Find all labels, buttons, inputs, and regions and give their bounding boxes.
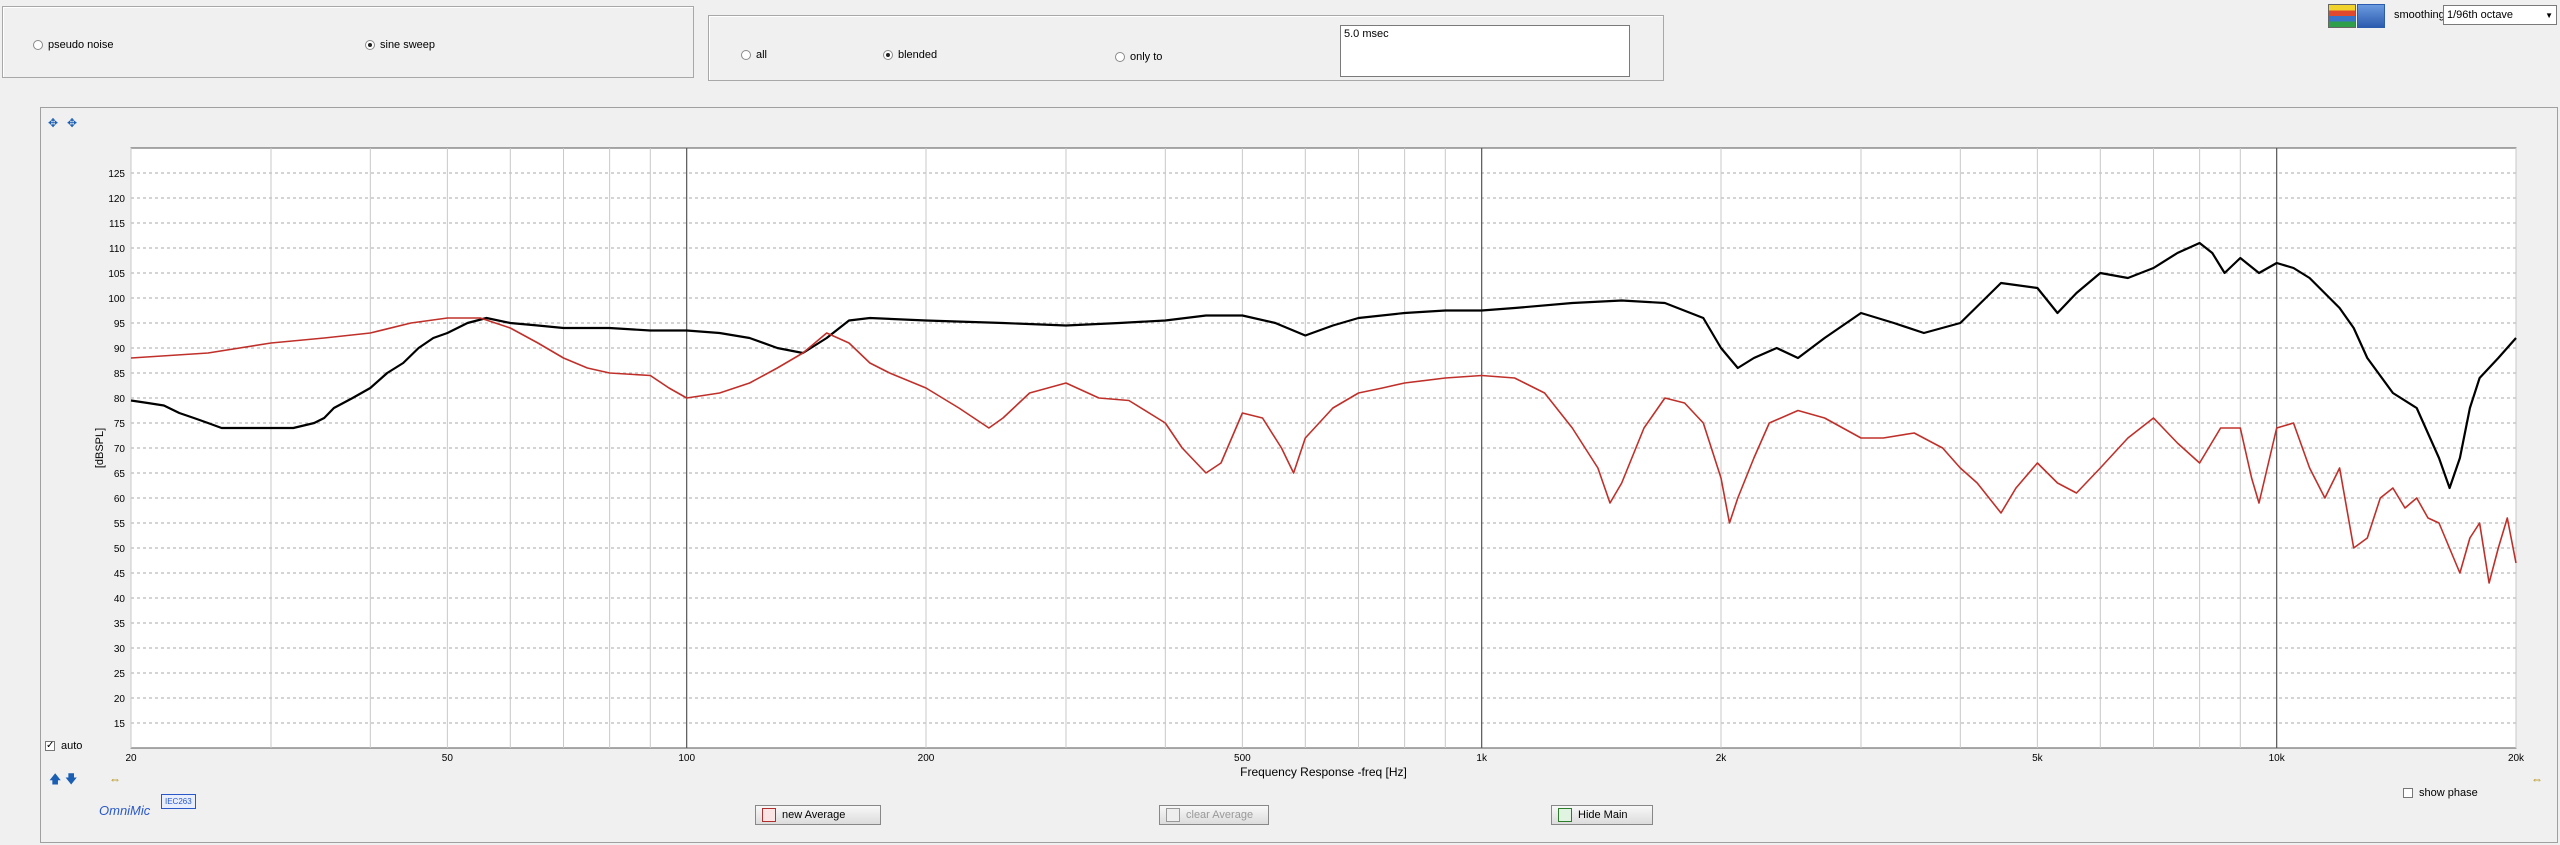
mic-badge[interactable]: IEC263 [161, 794, 196, 809]
arrow-down-icon[interactable]: 🡇 [65, 770, 77, 791]
sine-sweep-label: sine sweep [380, 39, 436, 51]
y-tick-label: 110 [109, 244, 125, 255]
y-tick-label: 85 [114, 369, 126, 380]
clear-average-button[interactable]: clear Average [1159, 805, 1269, 825]
y-tick-label: 100 [108, 294, 125, 305]
x-tick-label: 2k [1716, 753, 1728, 764]
arrow-left-right-end-icon[interactable]: ⇔ [2531, 772, 2543, 786]
x-tick-label: 50 [442, 753, 454, 764]
x-tick-label: 10k [2269, 753, 2286, 764]
gate-time-input[interactable]: 5.0 msec [1340, 25, 1630, 77]
y-tick-label: 95 [114, 319, 126, 330]
gate-only-to-radio-dot[interactable] [1115, 52, 1125, 62]
gate-all-radio-dot[interactable] [741, 50, 751, 60]
y-tick-label: 35 [114, 619, 126, 630]
y-tick-label: 125 [108, 169, 125, 180]
pseudo-noise-radio[interactable]: pseudo noise [33, 39, 113, 51]
smoothing-value: 1/96th octave [2447, 9, 2514, 21]
chart-frame: ✥ ✥ 15 20 25 30 35 40 45 50 55 60 65 70 75 80 85 90 95 10… [40, 107, 2558, 843]
source-panel: pseudo noise sine sweep [2, 6, 694, 78]
y-tick-label: 65 [114, 469, 126, 480]
grid [130, 147, 2517, 749]
smoothing-label: smoothing [2394, 9, 2445, 21]
y-tick-label: 45 [114, 569, 126, 580]
arrow-up-icon[interactable]: 🡅 [49, 770, 61, 791]
gate-blended-radio-dot[interactable] [883, 50, 893, 60]
y-tick-label: 20 [114, 694, 126, 705]
frequency-response-chart: 15 20 25 30 35 40 45 50 55 60 65 70 75 80 85 90 95 100 105… [94, 147, 2525, 779]
x-tick-label: 500 [1234, 753, 1251, 764]
pseudo-noise-radio-dot[interactable] [33, 40, 43, 50]
hide-main-icon [1558, 808, 1572, 822]
new-average-button[interactable]: new Average [755, 805, 881, 825]
x-tick-label: 200 [918, 753, 935, 764]
gate-only-to-label: only to [1130, 51, 1163, 63]
y-tick-label: 30 [114, 644, 126, 655]
clear-average-icon [1166, 808, 1180, 822]
y-tick-label: 120 [108, 194, 125, 205]
x-tick-label: 100 [678, 753, 695, 764]
gate-blended-radio[interactable]: blended [883, 49, 937, 61]
y-tick-label: 105 [108, 269, 125, 280]
y-tick-label: 70 [114, 444, 126, 455]
y-tick-label: 115 [109, 219, 125, 230]
y-tick-label: 25 [114, 669, 126, 680]
pseudo-noise-label: pseudo noise [48, 39, 114, 51]
clear-average-label: clear Average [1186, 809, 1254, 821]
plot-area [130, 147, 2517, 749]
sine-sweep-radio[interactable]: sine sweep [365, 39, 435, 51]
y-tick-label: 55 [114, 519, 126, 530]
sine-sweep-radio-dot[interactable] [365, 40, 375, 50]
show-phase-label: show phase [2419, 787, 2478, 799]
y-axis-label: [dBSPL] [94, 428, 106, 468]
chevron-down-icon[interactable]: ▼ [2545, 11, 2553, 20]
gate-panel: all blended only to 5.0 msec [708, 15, 1664, 81]
show-phase-checkbox-box[interactable] [2403, 788, 2413, 798]
x-tick-label: 1k [1476, 753, 1488, 764]
y-tick-label: 75 [114, 419, 126, 430]
gate-only-to-radio[interactable]: only to [1115, 51, 1162, 63]
auto-label: auto [61, 740, 83, 752]
gate-blended-label: blended [898, 49, 938, 61]
new-average-icon [762, 808, 776, 822]
y-tick-label: 60 [114, 494, 126, 505]
auto-checkbox-box[interactable]: ✓ [45, 741, 55, 751]
x-tick-label: 20k [2508, 753, 2525, 764]
chart-settings-icon[interactable] [2357, 4, 2385, 28]
show-phase-checkbox[interactable]: show phase [2403, 787, 2478, 799]
auto-checkbox[interactable]: ✓ auto [45, 740, 82, 752]
y-tick-label: 40 [114, 594, 126, 605]
omnimic-logo: OmniMic [99, 803, 151, 818]
hide-main-label: Hide Main [1578, 809, 1628, 821]
gate-all-radio[interactable]: all [741, 49, 767, 61]
color-palette-button[interactable] [2328, 4, 2356, 28]
arrow-left-right-icon[interactable]: ⇔ [109, 772, 121, 786]
y-tick-label: 15 [114, 719, 126, 730]
new-average-label: new Average [782, 809, 846, 821]
hide-main-button[interactable]: Hide Main [1551, 805, 1653, 825]
y-tick-label: 50 [114, 544, 126, 555]
gate-all-label: all [756, 49, 768, 61]
y-tick-label: 80 [114, 394, 126, 405]
smoothing-select[interactable]: 1/96th octave ▼ [2443, 5, 2557, 25]
y-tick-label: 90 [114, 344, 126, 355]
x-axis-label: Frequency Response -freq [Hz] [1240, 765, 1407, 779]
x-tick-label: 20 [125, 753, 137, 764]
x-tick-label: 5k [2032, 753, 2044, 764]
